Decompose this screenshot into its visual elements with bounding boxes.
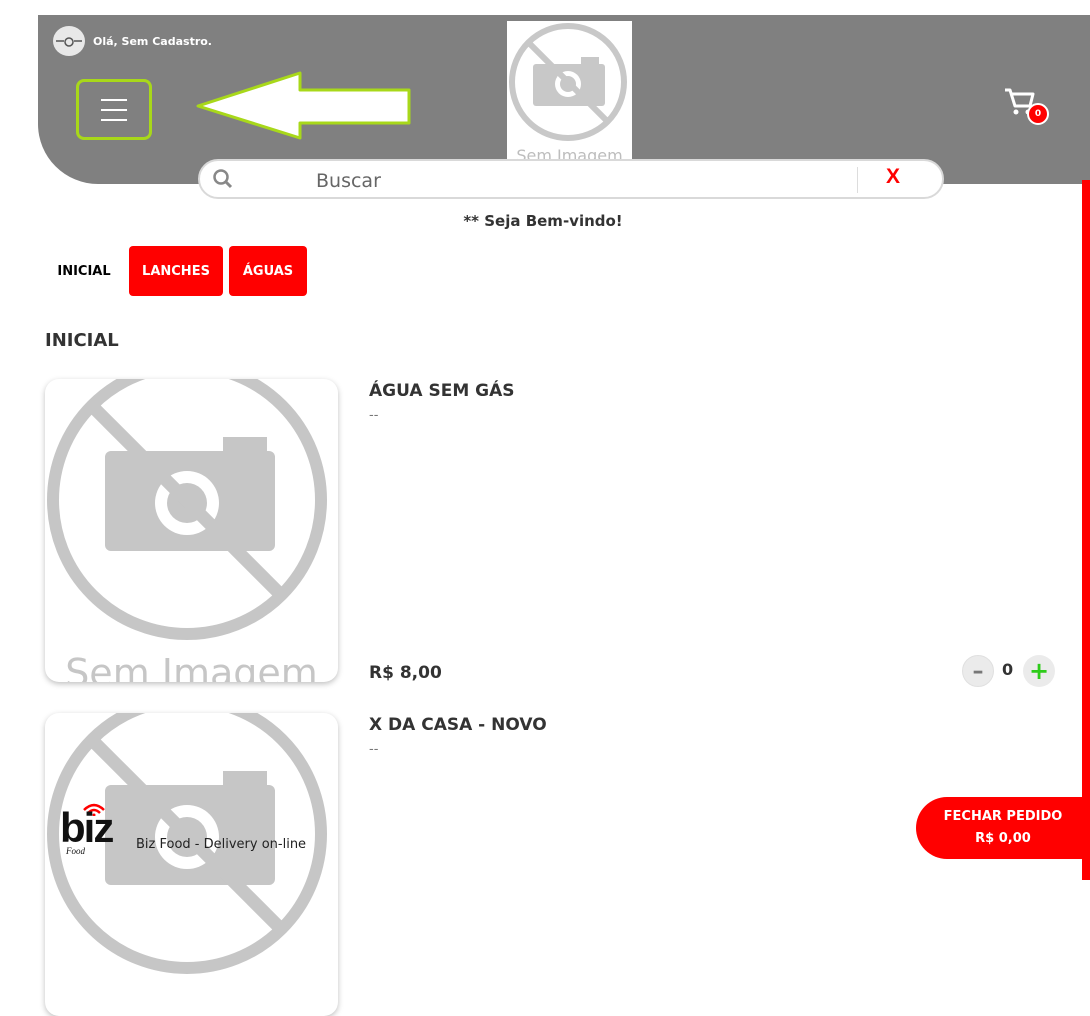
search-clear-button[interactable]: X [886,165,900,189]
product-description: -- [369,408,379,423]
menu-button[interactable] [76,79,152,140]
product-name[interactable]: X DA CASA - NOVO [369,715,547,735]
welcome-message: ** Seja Bem-vindo! [463,212,623,230]
checkout-total: R$ 0,00 [975,831,1031,846]
quantity-value: 0 [1002,660,1014,679]
quantity-decrease-button[interactable]: – [962,655,994,687]
greeting-text: Olá, Sem Cadastro. [93,34,212,48]
biz-logo-text: biz [60,804,114,851]
product-image[interactable] [45,713,338,1016]
product-price: R$ 8,00 [369,663,442,683]
product-image-caption: Sem Imagem [65,651,318,682]
footer-brand: biz Food Biz Food - Delivery on-line [60,800,306,858]
hamburger-icon [101,98,127,121]
product-description: -- [369,742,379,757]
right-accent-bar [1082,180,1090,880]
tab-aguas[interactable]: ÁGUAS [229,246,307,296]
no-image-icon [47,379,327,640]
search-input[interactable] [314,167,818,195]
search-icon[interactable] [212,168,234,190]
search-bar: X [198,159,944,199]
cart-count-badge: 0 [1027,103,1049,125]
product-name[interactable]: ÁGUA SEM GÁS [369,381,515,401]
brand-text: Biz Food - Delivery on-line [136,837,307,852]
biz-logo-sub: Food [66,846,85,856]
user-avatar [53,26,85,56]
pointer-arrow-icon [196,71,411,140]
product-image[interactable]: Sem Imagem [45,379,338,682]
user-greeting: Olá, Sem Cadastro. [53,26,212,56]
logo-caption: Sem Imagem [516,146,623,160]
quantity-increase-button[interactable]: + [1023,655,1055,687]
no-image-icon [47,713,327,974]
checkout-button[interactable]: FECHAR PEDIDO R$ 0,00 [916,797,1090,859]
section-title: INICIAL [45,330,119,351]
tab-inicial[interactable]: INICIAL [47,246,121,296]
search-divider [857,167,858,193]
biz-logo: biz Food [60,800,130,858]
tab-lanches[interactable]: LANCHES [129,246,223,296]
store-logo: Sem Imagem [507,21,632,160]
no-image-icon [509,23,627,141]
checkout-label: FECHAR PEDIDO [943,809,1063,824]
